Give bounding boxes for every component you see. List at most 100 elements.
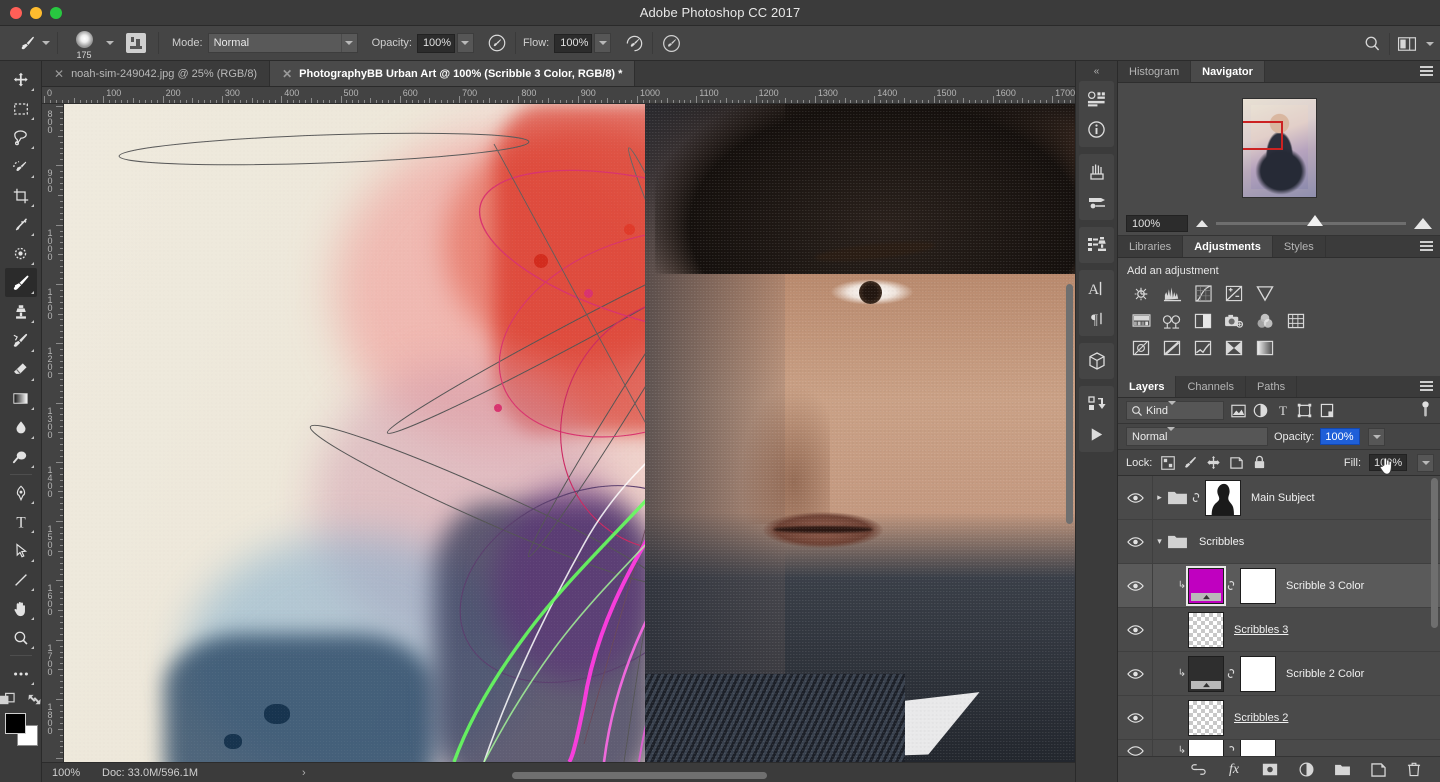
document-tab-1[interactable]: ✕ noah-sim-249042.jpg @ 25% (RGB/8) bbox=[42, 61, 271, 86]
table-row[interactable]: ▾ Scribbles bbox=[1118, 520, 1440, 564]
move-tool[interactable] bbox=[5, 65, 37, 94]
threshold-icon[interactable] bbox=[1192, 338, 1214, 357]
chevron-down-icon[interactable]: ▾ bbox=[1152, 536, 1167, 547]
table-row[interactable]: ▸ Main Subject bbox=[1118, 476, 1440, 520]
exposure-icon[interactable] bbox=[1223, 284, 1245, 303]
tab-adjustments[interactable]: Adjustments bbox=[1183, 236, 1273, 257]
chevron-right-icon[interactable]: › bbox=[302, 767, 306, 779]
layer-name[interactable]: Scribbles 2 bbox=[1234, 712, 1288, 724]
navigator-preview[interactable] bbox=[1118, 83, 1440, 212]
vertical-ruler[interactable]: 800 900 1000 1100 1200 1300 1400 1500 1600 1700 18… bbox=[42, 104, 64, 762]
new-group-icon[interactable] bbox=[1333, 761, 1351, 779]
table-row[interactable]: Scribbles 2 bbox=[1118, 696, 1440, 740]
workspace-chevron-icon[interactable] bbox=[1426, 41, 1434, 46]
maximize-window-button[interactable] bbox=[50, 6, 62, 19]
tab-layers[interactable]: Layers bbox=[1118, 376, 1177, 397]
layer-mask-thumbnail[interactable] bbox=[1240, 567, 1276, 604]
blur-tool[interactable] bbox=[5, 413, 37, 442]
layer-name[interactable]: Main Subject bbox=[1251, 492, 1315, 504]
layer-visibility-toggle-icon[interactable] bbox=[1118, 624, 1152, 636]
layers-scrollbar[interactable] bbox=[1431, 478, 1438, 628]
photo-filter-icon[interactable] bbox=[1223, 311, 1245, 330]
layer-visibility-toggle-icon[interactable] bbox=[1118, 712, 1152, 724]
zoom-out-icon[interactable] bbox=[1196, 220, 1208, 227]
filter-pixel-icon[interactable] bbox=[1231, 403, 1246, 418]
opacity-input[interactable]: 100% bbox=[416, 33, 455, 53]
layer-name[interactable]: Scribbles bbox=[1199, 536, 1244, 548]
brush-icon[interactable] bbox=[16, 32, 38, 54]
canvas-vertical-scrollbar[interactable] bbox=[1066, 284, 1073, 524]
history-brush-tool[interactable] bbox=[5, 326, 37, 355]
invert-icon[interactable] bbox=[1130, 338, 1152, 357]
crop-tool[interactable] bbox=[5, 181, 37, 210]
path-selection-tool[interactable] bbox=[5, 536, 37, 565]
close-icon[interactable]: ✕ bbox=[282, 68, 292, 80]
filter-smart-object-icon[interactable] bbox=[1319, 403, 1334, 418]
opacity-stepper[interactable] bbox=[456, 33, 474, 53]
brush-tool[interactable] bbox=[4, 268, 37, 297]
eraser-tool[interactable] bbox=[5, 355, 37, 384]
brightness-contrast-icon[interactable] bbox=[1130, 284, 1152, 303]
lock-position-icon[interactable] bbox=[1206, 455, 1221, 470]
link-layers-icon[interactable] bbox=[1224, 666, 1238, 681]
panel-menu-icon[interactable] bbox=[1420, 381, 1433, 392]
canvas-area[interactable] bbox=[64, 104, 1075, 762]
navigator-zoom-slider-thumb[interactable] bbox=[1307, 215, 1324, 226]
filter-type-icon[interactable]: T bbox=[1275, 403, 1290, 418]
gradient-tool[interactable] bbox=[5, 384, 37, 413]
filter-adjustment-icon[interactable] bbox=[1253, 403, 1268, 418]
workspace-switcher-icon[interactable] bbox=[1396, 33, 1418, 55]
type-tool[interactable]: T bbox=[5, 507, 37, 536]
layer-name[interactable]: Scribbles 3 bbox=[1234, 624, 1288, 636]
tab-paths[interactable]: Paths bbox=[1245, 376, 1298, 397]
layer-thumbnail[interactable] bbox=[1186, 565, 1226, 606]
smoothing-icon[interactable] bbox=[660, 32, 682, 54]
document-tab-2[interactable]: ✕ PhotographyBB Urban Art @ 100% (Scribb… bbox=[270, 61, 636, 86]
clone-source-icon[interactable] bbox=[1080, 230, 1113, 260]
layer-visibility-toggle-icon[interactable] bbox=[1118, 668, 1152, 680]
tab-styles[interactable]: Styles bbox=[1272, 236, 1326, 257]
selective-color-icon[interactable] bbox=[1223, 338, 1245, 357]
pen-tool[interactable] bbox=[5, 478, 37, 507]
color-swatches[interactable] bbox=[4, 712, 38, 748]
quick-selection-tool[interactable] bbox=[5, 152, 37, 181]
horizontal-ruler[interactable]: 0 100 200 300 400 500 600 700 800 900 1000 1100 1200… bbox=[42, 87, 1075, 104]
layer-name[interactable]: Scribble 3 Color bbox=[1286, 580, 1364, 592]
layer-thumbnail[interactable] bbox=[1188, 611, 1224, 648]
filter-toggle-icon[interactable] bbox=[1419, 400, 1432, 422]
black-white-icon[interactable] bbox=[1192, 311, 1214, 330]
tablet-pressure-size-icon[interactable] bbox=[126, 33, 146, 53]
status-zoom-level[interactable]: 100% bbox=[42, 767, 102, 779]
layer-style-fx-icon[interactable]: fx bbox=[1225, 761, 1243, 779]
window-controls[interactable] bbox=[10, 6, 62, 19]
info-icon[interactable] bbox=[1080, 114, 1113, 144]
vibrance-icon[interactable] bbox=[1254, 284, 1276, 303]
link-layers-icon[interactable] bbox=[1189, 761, 1207, 779]
hand-tool[interactable] bbox=[5, 594, 37, 623]
foreground-color-swatch[interactable] bbox=[4, 713, 26, 734]
chevron-down-icon[interactable] bbox=[340, 34, 357, 52]
artwork-canvas[interactable] bbox=[64, 104, 1075, 762]
hue-saturation-icon[interactable] bbox=[1130, 311, 1152, 330]
navigator-view-box[interactable] bbox=[1242, 120, 1283, 150]
chevron-down-icon[interactable] bbox=[1168, 400, 1177, 417]
curves-icon[interactable] bbox=[1192, 284, 1214, 303]
rectangular-marquee-tool[interactable] bbox=[5, 94, 37, 123]
edit-toolbar-icon[interactable] bbox=[5, 659, 37, 688]
lasso-tool[interactable] bbox=[5, 123, 37, 152]
minimize-window-button[interactable] bbox=[30, 6, 42, 19]
new-layer-icon[interactable] bbox=[1369, 761, 1387, 779]
tab-navigator[interactable]: Navigator bbox=[1191, 61, 1265, 82]
delete-layer-icon[interactable] bbox=[1405, 761, 1423, 779]
layer-mask-thumbnail[interactable] bbox=[1240, 655, 1276, 692]
character-icon[interactable]: A bbox=[1080, 273, 1113, 303]
navigator-zoom-slider[interactable] bbox=[1216, 215, 1406, 226]
link-layers-icon[interactable] bbox=[1224, 578, 1238, 593]
new-adjustment-layer-icon[interactable] bbox=[1297, 761, 1315, 779]
layer-blend-mode-select[interactable]: Normal bbox=[1126, 426, 1268, 446]
spot-healing-brush-tool[interactable] bbox=[5, 239, 37, 268]
actions-icon[interactable] bbox=[1080, 389, 1113, 419]
blend-mode-select[interactable]: Normal bbox=[207, 33, 358, 53]
filter-shape-icon[interactable] bbox=[1297, 403, 1312, 418]
lock-transparent-pixels-icon[interactable] bbox=[1160, 455, 1175, 470]
